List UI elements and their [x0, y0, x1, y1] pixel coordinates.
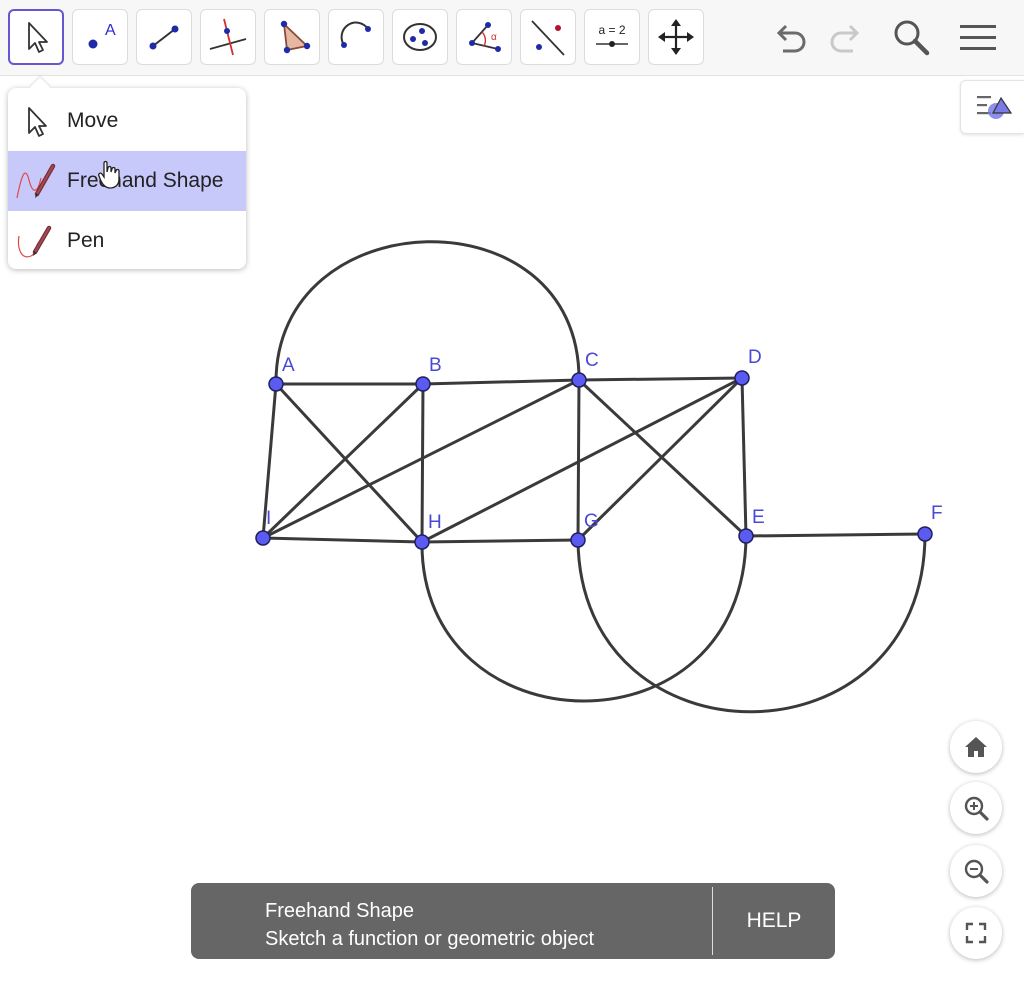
menu-item-label: Move	[67, 109, 119, 132]
zoom-out-icon	[964, 859, 989, 884]
segment-e-f[interactable]	[745, 532, 926, 538]
algebra-view-toggle[interactable]	[960, 80, 1024, 134]
segment-i-h[interactable]	[262, 536, 423, 544]
segment-b-h[interactable]	[420, 383, 425, 543]
slider-tool-button[interactable]: a = 2	[584, 9, 640, 65]
tool-help-text: Freehand Shape Sketch a function or geom…	[265, 897, 594, 953]
menu-item-freehand-shape[interactable]: Freehand Shape	[8, 151, 246, 211]
point-label-f: F	[931, 503, 943, 524]
menu-icon	[960, 25, 996, 50]
tool-dropdown-menu: Move Freehand Shape Pen	[8, 88, 246, 269]
segment-d-h[interactable]	[421, 376, 743, 544]
undo-icon	[776, 24, 806, 53]
move-arrow-icon	[28, 107, 47, 137]
point-label-h: H	[428, 512, 442, 533]
point-i[interactable]	[255, 530, 271, 546]
angle-icon-letter: α	[491, 32, 497, 43]
menu-item-label: Freehand Shape	[67, 169, 224, 192]
angle-icon: α	[469, 22, 501, 52]
reflect-tool-button[interactable]	[520, 9, 576, 65]
segment-tool-button[interactable]	[136, 9, 192, 65]
menu-item-move[interactable]: Move	[8, 91, 246, 151]
point-icon-letter: A	[105, 22, 116, 39]
toolbar: A α a = 2	[0, 0, 1024, 76]
slider-icon: a = 2	[596, 23, 628, 47]
fullscreen-icon	[965, 922, 987, 944]
redo-icon	[830, 24, 860, 53]
reflect-about-line-icon	[531, 20, 565, 56]
pen-icon	[17, 225, 52, 258]
segment-d-g[interactable]	[576, 376, 744, 542]
arc-a-c[interactable]	[274, 240, 581, 385]
perpendicular-line-icon	[209, 18, 247, 56]
point-label-g: G	[584, 511, 599, 532]
point-g[interactable]	[570, 532, 586, 548]
point-label-b: B	[429, 355, 442, 376]
point-a[interactable]	[268, 376, 284, 392]
ellipse-icon	[403, 23, 437, 51]
segment-a-h[interactable]	[274, 382, 424, 544]
point-tool-button[interactable]: A	[72, 9, 128, 65]
help-button[interactable]: HELP	[713, 883, 835, 959]
menu-item-label: Pen	[67, 229, 105, 252]
freehand-shape-icon	[16, 163, 56, 199]
undo-button[interactable]	[768, 14, 814, 60]
point-b[interactable]	[415, 376, 431, 392]
arc-g-f[interactable]	[576, 533, 927, 714]
tool-help-description: Sketch a function or geometric object	[265, 928, 595, 950]
search-icon	[894, 20, 930, 56]
segment-a-i[interactable]	[261, 383, 278, 539]
arc-h-e[interactable]	[420, 535, 748, 703]
circular-arc-tool-button[interactable]	[328, 9, 384, 65]
tool-help-tooltip: Freehand Shape Sketch a function or geom…	[191, 883, 835, 959]
point-label-a: A	[282, 355, 295, 376]
point-label-e: E	[752, 507, 765, 528]
perpendicular-line-tool-button[interactable]	[200, 9, 256, 65]
segment-b-i[interactable]	[261, 382, 425, 540]
zoom-in-icon	[964, 796, 989, 821]
tool-help-title: Freehand Shape	[265, 900, 415, 922]
move-graphics-view-tool-button[interactable]	[648, 9, 704, 65]
segment-h-g[interactable]	[421, 538, 579, 544]
point-icon: A	[88, 22, 116, 49]
point-f[interactable]	[917, 526, 933, 542]
angle-tool-button[interactable]: α	[456, 9, 512, 65]
search-button[interactable]	[888, 14, 934, 60]
main-menu-button[interactable]	[955, 14, 1001, 60]
point-label-c: C	[585, 350, 599, 371]
slider-icon-label: a = 2	[598, 23, 625, 37]
segment-c-e[interactable]	[577, 378, 748, 538]
polygon-tool-button[interactable]	[264, 9, 320, 65]
hand-cursor-icon	[98, 160, 120, 189]
standard-view-button[interactable]	[950, 721, 1002, 773]
move-tool-button[interactable]	[8, 9, 64, 65]
ellipse-tool-button[interactable]	[392, 9, 448, 65]
point-label-i: I	[266, 508, 271, 529]
move-graphics-view-icon	[658, 19, 694, 55]
algebra-view-icon	[976, 96, 1012, 119]
segment-b-c[interactable]	[422, 378, 580, 386]
segment-icon	[149, 25, 179, 50]
home-icon	[965, 737, 987, 757]
point-d[interactable]	[734, 370, 750, 386]
segment-c-d[interactable]	[578, 376, 743, 382]
move-arrow-icon	[28, 22, 48, 53]
point-h[interactable]	[414, 534, 430, 550]
point-c[interactable]	[571, 372, 587, 388]
point-label-d: D	[748, 347, 762, 368]
zoom-out-button[interactable]	[950, 845, 1002, 897]
point-e[interactable]	[738, 528, 754, 544]
circular-arc-icon	[340, 21, 371, 48]
menu-item-pen[interactable]: Pen	[8, 211, 246, 271]
fullscreen-button[interactable]	[950, 907, 1002, 959]
segment-c-g[interactable]	[576, 379, 581, 541]
segment-d-e[interactable]	[740, 377, 748, 537]
segment-c-i[interactable]	[262, 378, 580, 540]
polygon-icon	[280, 20, 311, 54]
redo-button[interactable]	[822, 14, 868, 60]
zoom-in-button[interactable]	[950, 782, 1002, 834]
